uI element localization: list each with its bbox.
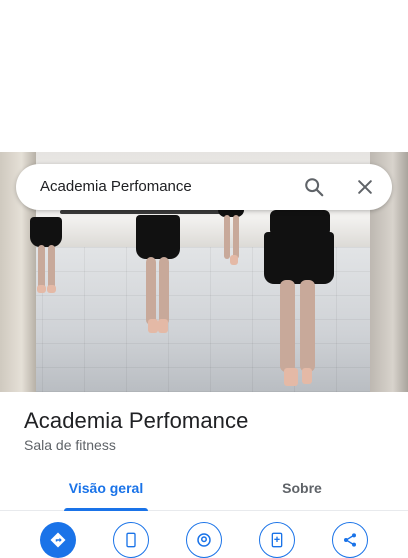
place-category: Sala de fitness xyxy=(24,437,116,453)
dancer-figure xyxy=(134,207,182,333)
search-icon[interactable] xyxy=(300,173,328,201)
phone-icon xyxy=(126,532,136,548)
top-blank-area xyxy=(0,0,408,152)
tab-about[interactable]: Sobre xyxy=(252,466,352,510)
dancer-figure xyxy=(264,210,336,390)
share-icon xyxy=(344,533,356,547)
dancer-figure xyxy=(218,207,246,267)
tab-overview-label: Visão geral xyxy=(68,480,144,496)
place-tabs: Visão geral Sobre xyxy=(0,466,408,511)
call-button[interactable] xyxy=(113,522,149,558)
close-icon[interactable] xyxy=(351,173,379,201)
directions-button[interactable] xyxy=(40,522,76,558)
action-buttons-row xyxy=(0,522,408,558)
send-to-phone-button[interactable] xyxy=(259,522,295,558)
search-bar[interactable]: Academia Perfomance xyxy=(16,164,392,210)
add-phone-icon xyxy=(271,532,283,548)
directions-icon xyxy=(50,532,66,548)
dancer-figure xyxy=(30,207,64,297)
tab-about-label: Sobre xyxy=(282,480,322,496)
nearby-button[interactable] xyxy=(186,522,222,558)
location-icon xyxy=(197,533,211,547)
share-button[interactable] xyxy=(332,522,368,558)
place-title: Academia Perfomance xyxy=(24,408,249,433)
tab-overview[interactable]: Visão geral xyxy=(56,466,156,511)
active-tab-indicator xyxy=(64,508,148,511)
search-query-text[interactable]: Academia Perfomance xyxy=(40,178,192,195)
